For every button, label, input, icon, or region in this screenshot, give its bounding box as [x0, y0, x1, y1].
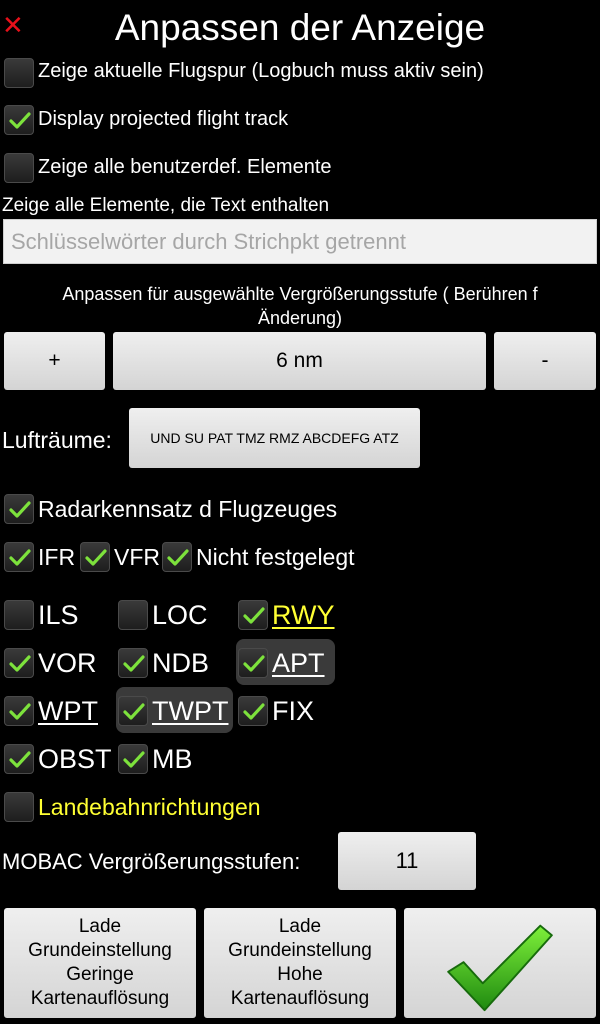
twpt-label[interactable]: TWPT [152, 694, 228, 728]
checkbox-ils[interactable] [4, 600, 34, 630]
rwy-label[interactable]: RWY [272, 598, 335, 632]
radar-label: Radarkennsatz d Flugzeuges [38, 496, 338, 522]
load-low-res-button[interactable]: Lade Grundeinstellung Geringe Kartenaufl… [4, 908, 196, 1018]
obst-label: OBST [38, 744, 112, 774]
checkbox-ndb[interactable] [118, 648, 148, 678]
checkmark-icon [447, 924, 553, 1012]
checkbox-projected-track[interactable] [4, 105, 34, 135]
checkbox-twpt[interactable] [118, 696, 148, 726]
checkbox-rwy[interactable] [238, 600, 268, 630]
confirm-button[interactable] [404, 908, 596, 1018]
zoom-plus-button[interactable]: + [4, 332, 105, 390]
zoom-info-text: Anpassen für ausgewählte Vergrößerungsst… [62, 284, 538, 328]
load-high-res-button[interactable]: Lade Grundeinstellung Hohe Kartenauflösu… [204, 908, 396, 1018]
checkbox-mb[interactable] [118, 744, 148, 774]
checkbox-radar[interactable] [4, 494, 34, 524]
checkbox-apt[interactable] [238, 648, 268, 678]
user-elements-label: Zeige alle benutzerdef. Elemente [38, 156, 332, 178]
checkbox-runway-directions[interactable] [4, 792, 34, 822]
ifr-label: IFR [38, 544, 76, 570]
airspace-label: Lufträume: [2, 427, 112, 453]
zoom-minus-button[interactable]: - [494, 332, 596, 390]
checkbox-flight-track-actual[interactable] [4, 58, 34, 88]
apt-label[interactable]: APT [272, 646, 325, 680]
airspace-classes-button[interactable]: UND SU PAT TMZ RMZ ABCDEFG ATZ [129, 408, 420, 468]
keywords-input[interactable]: Schlüsselwörter durch Strichpkt getrennt [3, 219, 597, 264]
checkbox-obst[interactable] [4, 744, 34, 774]
vor-label: VOR [38, 648, 97, 678]
checkbox-vfr[interactable] [80, 542, 110, 572]
wpt-label[interactable]: WPT [38, 694, 98, 728]
text-filter-label: Zeige alle Elemente, die Text enthalten [2, 195, 330, 216]
not-set-label: Nicht festgelegt [196, 544, 355, 570]
projected-track-label: Display projected flight track [38, 108, 289, 130]
zoom-level-button[interactable]: 6 nm [113, 332, 486, 390]
flight-track-actual-label: Zeige aktuelle Flugspur (Logbuch muss ak… [38, 60, 484, 82]
ndb-label: NDB [152, 648, 210, 678]
checkbox-fix[interactable] [238, 696, 268, 726]
checkbox-user-elements[interactable] [4, 153, 34, 183]
ils-label: ILS [38, 600, 79, 630]
checkbox-vor[interactable] [4, 648, 34, 678]
checkbox-ifr[interactable] [4, 542, 34, 572]
mobac-zoom-button[interactable]: 11 [338, 832, 476, 890]
vfr-label: VFR [114, 544, 160, 570]
checkbox-not-set[interactable] [162, 542, 192, 572]
checkbox-loc[interactable] [118, 600, 148, 630]
mb-label: MB [152, 744, 193, 774]
fix-label: FIX [272, 696, 315, 726]
checkbox-wpt[interactable] [4, 696, 34, 726]
page-title: Anpassen der Anzeige [114, 7, 486, 48]
runway-directions-label: Landebahnrichtungen [38, 794, 261, 820]
mobac-label: MOBAC Vergrößerungsstufen: [2, 849, 301, 874]
loc-label: LOC [152, 600, 208, 630]
